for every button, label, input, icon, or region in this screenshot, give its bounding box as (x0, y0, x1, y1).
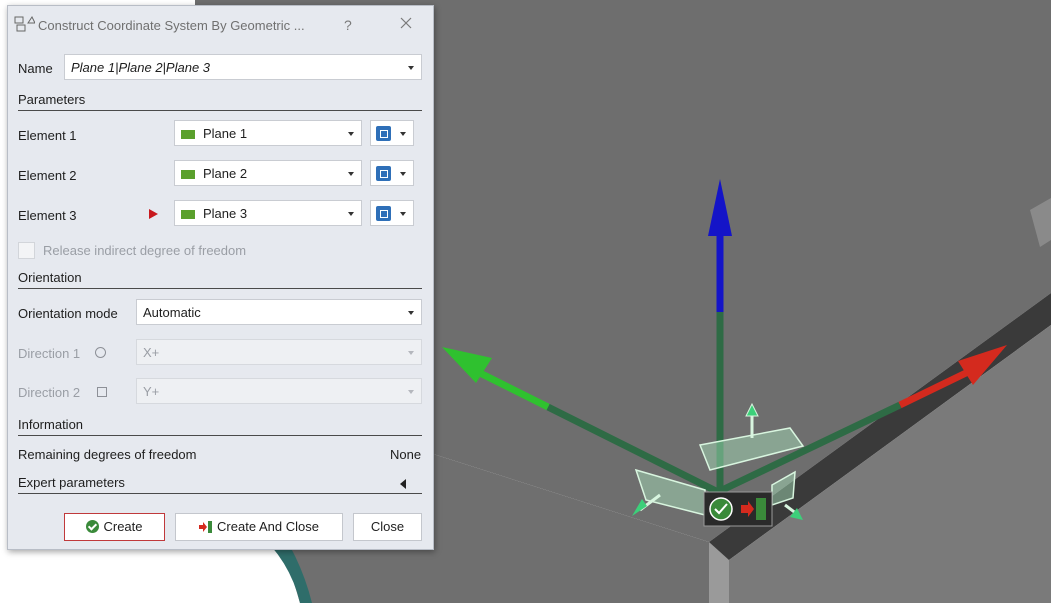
release-dof-checkbox[interactable] (18, 242, 35, 259)
chevron-down-icon (408, 311, 414, 315)
square-icon (97, 387, 107, 397)
chevron-down-icon (408, 351, 414, 355)
chevron-down-icon (400, 132, 406, 136)
expand-chevron-icon[interactable] (400, 479, 406, 489)
chevron-down-icon (408, 66, 414, 70)
check-circle-icon (86, 520, 100, 533)
expert-parameters-header[interactable]: Expert parameters (18, 475, 422, 494)
orientation-mode-label: Orientation mode (18, 306, 118, 321)
dialog-titlebar[interactable]: Construct Coordinate System By Geometric… (8, 6, 433, 46)
element-2-label: Element 2 (18, 168, 77, 183)
remaining-dof-value: None (390, 447, 422, 462)
direction-1-value: X+ (143, 345, 160, 360)
name-value: Plane 1|Plane 2|Plane 3 (71, 60, 211, 75)
selection-filter-icon (376, 166, 391, 181)
dialog-title: Construct Coordinate System By Geometric… (38, 18, 305, 33)
element-1-combobox[interactable]: Plane 1 (174, 120, 362, 146)
create-and-close-button[interactable]: Create And Close (175, 513, 343, 541)
name-label: Name (18, 61, 53, 76)
close-button-label: Close (370, 519, 405, 534)
parameters-header: Parameters (18, 92, 422, 111)
close-button[interactable]: Close (353, 513, 422, 541)
orientation-header: Orientation (18, 270, 422, 289)
element-3-combobox[interactable]: Plane 3 (174, 200, 362, 226)
create-button-label: Create (103, 519, 143, 534)
plane-icon (181, 210, 195, 219)
circle-icon (95, 347, 106, 358)
help-button[interactable]: ? (344, 17, 352, 33)
information-header: Information (18, 417, 422, 436)
close-icon[interactable] (396, 13, 416, 33)
element-1-value: Plane 1 (203, 126, 248, 141)
orientation-mode-combobox[interactable]: Automatic (136, 299, 422, 325)
direction-2-combobox[interactable]: Y+ (136, 378, 422, 404)
element-1-label: Element 1 (18, 128, 77, 143)
plane-icon (181, 130, 195, 139)
direction-1-combobox[interactable]: X+ (136, 339, 422, 365)
chevron-down-icon (348, 132, 354, 136)
coordinate-system-icon (14, 16, 35, 32)
chevron-down-icon (400, 212, 406, 216)
element-2-value: Plane 2 (203, 166, 248, 181)
direction-2-value: Y+ (143, 384, 160, 399)
selection-filter-icon (376, 126, 391, 141)
plane-icon (181, 170, 195, 179)
chevron-down-icon (348, 212, 354, 216)
direction-2-label: Direction 2 (18, 385, 81, 400)
construct-coordinate-system-dialog: Construct Coordinate System By Geometric… (7, 5, 434, 550)
create-button[interactable]: Create (64, 513, 165, 541)
name-combobox[interactable]: Plane 1|Plane 2|Plane 3 (64, 54, 422, 80)
element-2-selection-mode-button[interactable] (370, 160, 414, 186)
expert-parameters-label: Expert parameters (18, 475, 125, 490)
direction-1-label: Direction 1 (18, 346, 81, 361)
element-3-value: Plane 3 (203, 206, 248, 221)
orientation-mode-value: Automatic (143, 305, 201, 320)
exit-icon (199, 521, 213, 533)
element-3-selection-mode-button[interactable] (370, 200, 414, 226)
chevron-down-icon (408, 390, 414, 394)
viewport-apply-icon (709, 497, 733, 521)
element-2-combobox[interactable]: Plane 2 (174, 160, 362, 186)
create-and-close-label: Create And Close (217, 519, 319, 534)
element-3-label: Element 3 (18, 208, 77, 223)
chevron-down-icon (348, 172, 354, 176)
selection-filter-icon (376, 206, 391, 221)
active-element-arrow-icon (149, 209, 158, 219)
remaining-dof-label: Remaining degrees of freedom (18, 447, 197, 462)
release-dof-label: Release indirect degree of freedom (43, 243, 247, 258)
chevron-down-icon (400, 172, 406, 176)
element-1-selection-mode-button[interactable] (370, 120, 414, 146)
